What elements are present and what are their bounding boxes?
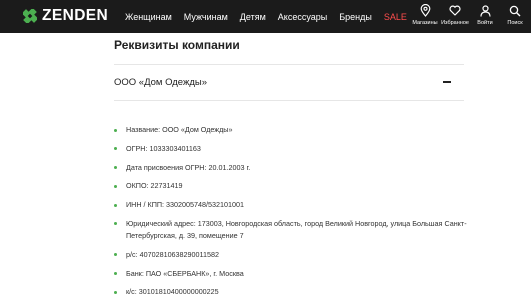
heart-icon [449,4,461,17]
nav-item-accessories[interactable]: Аксессуары [278,12,327,22]
collapse-icon[interactable] [443,81,451,83]
accordion-title: ООО «Дом Одежды» [114,76,207,88]
login-label: Войти [477,20,493,26]
stores-button[interactable]: Магазины [410,4,440,26]
login-button[interactable]: Войти [470,4,500,26]
logo-icon [23,9,37,23]
favorites-button[interactable]: Избранное [440,4,470,26]
detail-okpo: ОКПО: 22731419 [114,180,474,192]
company-details-list: Название: ООО «Дом Одежды» ОГРН: 1033303… [114,124,474,304]
main-nav: Женщинам Мужчинам Детям Аксессуары Бренд… [125,0,419,33]
user-icon [479,4,491,17]
detail-legal-address: Юридический адрес: 173003, Новгородская … [114,218,474,242]
search-button[interactable]: Поиск [500,4,530,26]
map-pin-icon [420,4,431,17]
header-actions: Магазины Избранное Войти Поиск [410,4,530,26]
detail-name: Название: ООО «Дом Одежды» [114,124,474,136]
nav-item-kids[interactable]: Детям [240,12,266,22]
logo[interactable]: ZENDEN [23,8,108,24]
nav-item-women[interactable]: Женщинам [125,12,172,22]
favorites-label: Избранное [441,20,469,26]
detail-inn-kpp: ИНН / КПП: 3302005748/532101001 [114,199,474,211]
stores-label: Магазины [412,20,438,26]
logo-text: ZENDEN [42,7,109,24]
divider [114,64,464,65]
search-icon [509,4,521,17]
nav-item-sale[interactable]: SALE [384,12,407,22]
detail-ogrn: ОГРН: 1033303401163 [114,143,474,155]
detail-corr-account: к/с: 30101810400000000225 [114,286,474,298]
search-label: Поиск [507,20,523,26]
divider [114,100,464,101]
detail-ogrn-date: Дата присвоения ОГРН: 20.01.2003 г. [114,162,474,174]
site-header: ZENDEN Женщинам Мужчинам Детям Аксессуар… [0,0,531,33]
nav-item-brands[interactable]: Бренды [339,12,372,22]
accordion-header[interactable]: ООО «Дом Одежды» [114,70,464,94]
detail-account: р/с: 40702810638290011582 [114,249,474,261]
detail-bank: Банк: ПАО «СБЕРБАНК», г. Москва [114,268,474,280]
nav-item-men[interactable]: Мужчинам [184,12,228,22]
page-title: Реквизиты компании [114,38,240,52]
